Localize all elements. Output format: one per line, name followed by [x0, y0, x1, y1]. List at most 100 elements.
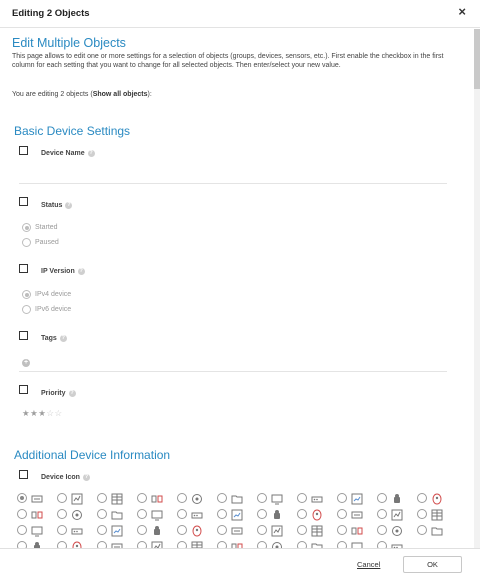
device-icon-option[interactable] — [257, 539, 297, 548]
device-icon-option[interactable] — [177, 507, 217, 523]
device-icon-radio[interactable] — [97, 541, 107, 548]
device-icon-option[interactable] — [377, 539, 417, 548]
device-icon-radio[interactable] — [417, 525, 427, 535]
device-icon-option[interactable] — [17, 539, 57, 548]
device-icon-radio[interactable] — [297, 509, 307, 519]
device-icon-radio[interactable] — [217, 493, 227, 503]
device-icon-radio[interactable] — [297, 493, 307, 503]
device-icon-radio[interactable] — [97, 509, 107, 519]
device-icon-option[interactable] — [337, 539, 377, 548]
device-icon-option[interactable] — [417, 507, 457, 523]
device-icon-radio[interactable] — [337, 525, 347, 535]
device-icon-option[interactable] — [337, 507, 377, 523]
device-icon-option[interactable] — [17, 491, 57, 507]
device-icon-radio[interactable] — [417, 493, 427, 503]
ip-version-checkbox[interactable] — [19, 264, 28, 273]
tags-input[interactable] — [19, 371, 447, 372]
device-icon-option[interactable] — [57, 507, 97, 523]
device-icon-option[interactable] — [137, 491, 177, 507]
device-icon-option[interactable] — [137, 523, 177, 539]
device-icon-radio[interactable] — [57, 509, 67, 519]
device-icon-option[interactable] — [57, 539, 97, 548]
device-icon-radio[interactable] — [377, 525, 387, 535]
device-icon-option[interactable] — [137, 507, 177, 523]
device-icon-option[interactable] — [377, 507, 417, 523]
close-icon[interactable]: × — [458, 5, 466, 19]
device-icon-radio[interactable] — [17, 541, 27, 548]
show-all-objects-link[interactable]: Show all objects — [93, 91, 148, 98]
star-empty-icon[interactable]: ☆ — [55, 408, 63, 418]
device-icon-radio[interactable] — [57, 541, 67, 548]
device-icon-option[interactable] — [177, 539, 217, 548]
scrollbar[interactable] — [474, 29, 480, 548]
device-icon-radio[interactable] — [177, 509, 187, 519]
status-paused-radio[interactable] — [22, 238, 31, 247]
device-icon-radio[interactable] — [137, 493, 147, 503]
device-icon-option[interactable] — [417, 523, 457, 539]
device-icon-option[interactable] — [97, 491, 137, 507]
device-icon-option[interactable] — [57, 523, 97, 539]
device-icon-option[interactable] — [297, 539, 337, 548]
device-icon-radio[interactable] — [97, 493, 107, 503]
star-empty-icon[interactable]: ☆ — [46, 408, 54, 418]
device-icon-option[interactable] — [97, 507, 137, 523]
device-icon-radio[interactable] — [17, 509, 27, 519]
device-icon-option[interactable] — [257, 507, 297, 523]
device-icon-radio[interactable] — [137, 541, 147, 548]
device-icon-option[interactable] — [137, 539, 177, 548]
device-icon-radio[interactable] — [417, 509, 427, 519]
device-icon-radio[interactable] — [297, 525, 307, 535]
device-icon-option[interactable] — [257, 491, 297, 507]
device-icon-option[interactable] — [97, 539, 137, 548]
device-icon-radio[interactable] — [217, 541, 227, 548]
device-name-input[interactable] — [19, 183, 447, 184]
device-name-checkbox[interactable] — [19, 146, 28, 155]
device-icon-option[interactable] — [417, 491, 457, 507]
device-icon-option[interactable] — [297, 491, 337, 507]
scrollbar-thumb[interactable] — [474, 29, 480, 89]
device-icon-option[interactable] — [297, 523, 337, 539]
device-icon-option[interactable] — [257, 523, 297, 539]
device-icon-option[interactable] — [17, 523, 57, 539]
device-icon-option[interactable] — [217, 539, 257, 548]
device-icon-option[interactable] — [337, 491, 377, 507]
device-icon-radio[interactable] — [377, 509, 387, 519]
device-icon-radio[interactable] — [257, 509, 267, 519]
device-icon-radio[interactable] — [337, 509, 347, 519]
device-icon-radio[interactable] — [17, 493, 27, 503]
add-tag-icon[interactable]: + — [22, 359, 30, 367]
device-icon-option[interactable] — [57, 491, 97, 507]
star-icon[interactable]: ★ — [22, 408, 30, 418]
device-icon-radio[interactable] — [177, 525, 187, 535]
device-icon-radio[interactable] — [377, 541, 387, 548]
ipv4-radio[interactable] — [22, 290, 31, 299]
device-icon-option[interactable] — [217, 523, 257, 539]
device-icon-option[interactable] — [17, 507, 57, 523]
device-icon-radio[interactable] — [377, 493, 387, 503]
status-started-radio[interactable] — [22, 223, 31, 232]
tags-checkbox[interactable] — [19, 331, 28, 340]
device-icon-radio[interactable] — [137, 525, 147, 535]
device-icon-option[interactable] — [217, 491, 257, 507]
device-icon-radio[interactable] — [57, 493, 67, 503]
device-icon-option[interactable] — [97, 523, 137, 539]
device-icon-option[interactable] — [377, 491, 417, 507]
device-icon-option[interactable] — [177, 491, 217, 507]
device-icon-radio[interactable] — [337, 493, 347, 503]
ok-button[interactable]: OK — [403, 556, 462, 573]
device-icon-checkbox[interactable] — [19, 470, 28, 479]
device-icon-option[interactable] — [337, 523, 377, 539]
device-icon-radio[interactable] — [137, 509, 147, 519]
priority-checkbox[interactable] — [19, 385, 28, 394]
device-icon-option[interactable] — [297, 507, 337, 523]
ipv6-radio[interactable] — [22, 305, 31, 314]
device-icon-radio[interactable] — [297, 541, 307, 548]
device-icon-radio[interactable] — [217, 525, 227, 535]
device-icon-radio[interactable] — [257, 493, 267, 503]
device-icon-option[interactable] — [177, 523, 217, 539]
device-icon-option[interactable] — [377, 523, 417, 539]
device-icon-radio[interactable] — [217, 509, 227, 519]
device-icon-radio[interactable] — [97, 525, 107, 535]
device-icon-option[interactable] — [217, 507, 257, 523]
device-icon-radio[interactable] — [257, 541, 267, 548]
